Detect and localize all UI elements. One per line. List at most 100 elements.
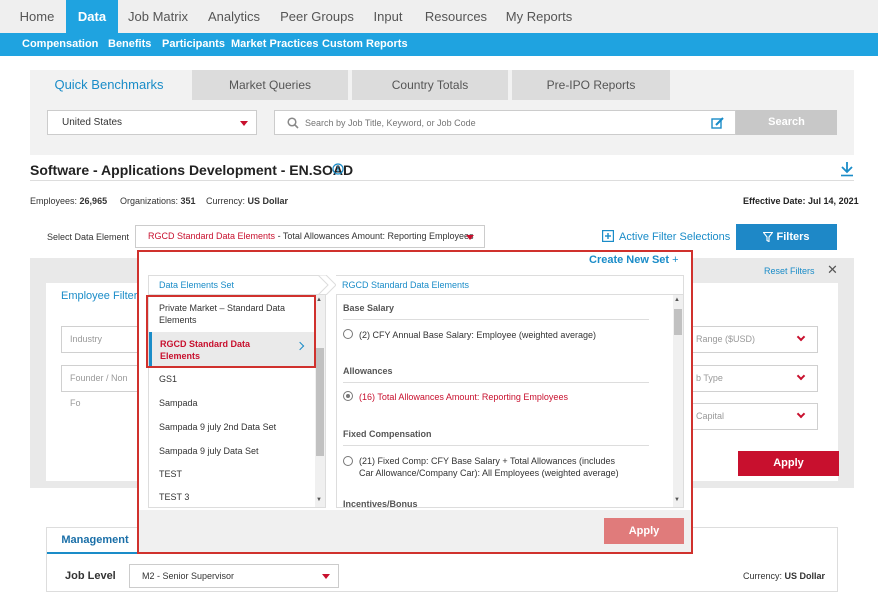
range-usd-field[interactable]: Range ($USD) bbox=[687, 326, 818, 353]
radio-button-selected[interactable] bbox=[343, 391, 353, 401]
nav-analytics[interactable]: Analytics bbox=[200, 0, 268, 33]
filters-label: Filters bbox=[776, 231, 810, 243]
scroll-down-icon[interactable]: ▼ bbox=[316, 497, 322, 503]
nav-input[interactable]: Input bbox=[364, 0, 412, 33]
create-new-set-label: Create New Set bbox=[589, 254, 670, 266]
data-element-label: Select Data Element bbox=[47, 232, 130, 242]
subnav-market-practices[interactable]: Market Practices bbox=[231, 33, 318, 56]
page-title: Software - Applications Development - EN… bbox=[30, 162, 354, 178]
nav-peer-groups[interactable]: Peer Groups bbox=[278, 0, 356, 33]
plus-icon: + bbox=[672, 254, 679, 266]
left-scrollbar-thumb[interactable] bbox=[316, 348, 324, 456]
job-type-label: b Type bbox=[696, 373, 723, 383]
scroll-down-icon[interactable]: ▼ bbox=[674, 497, 680, 503]
data-element-prefix: RGCD Standard Data Elements bbox=[148, 231, 276, 241]
radio-button[interactable] bbox=[343, 456, 353, 466]
right-scrollbar-thumb[interactable] bbox=[674, 309, 682, 335]
capital-label: Capital bbox=[696, 411, 725, 421]
section-title: Allowances bbox=[343, 366, 393, 376]
job-level-select[interactable]: M2 - Senior Supervisor bbox=[129, 564, 339, 588]
list-item[interactable]: TEST bbox=[159, 469, 182, 479]
right-column-header: RGCD Standard Data Elements bbox=[336, 275, 684, 295]
close-icon[interactable]: ✕ bbox=[827, 262, 838, 278]
country-select[interactable]: United States bbox=[47, 110, 257, 135]
organizations-stat: Organizations: 351 bbox=[120, 196, 196, 206]
tab-pre-ipo-reports[interactable]: Pre-IPO Reports bbox=[512, 70, 670, 100]
scroll-up-icon[interactable]: ▲ bbox=[316, 297, 322, 303]
tab-country-totals[interactable]: Country Totals bbox=[352, 70, 508, 100]
tab-quick-benchmarks[interactable]: Quick Benchmarks bbox=[30, 70, 188, 100]
caret-down-icon bbox=[240, 121, 248, 126]
founder-field[interactable]: Founder / Non Fo bbox=[61, 365, 139, 408]
effective-date: Effective Date: Jul 14, 2021 bbox=[743, 196, 859, 206]
nav-home[interactable]: Home bbox=[8, 0, 66, 33]
currency-value: US Dollar bbox=[247, 196, 289, 206]
data-element-suffix: - Total Allowances Amount: Reporting Emp… bbox=[275, 231, 474, 241]
option-label[interactable]: (2) CFY Annual Base Salary: Employee (we… bbox=[359, 329, 596, 341]
bottom-currency: Currency: US Dollar bbox=[743, 571, 825, 581]
employees-label: Employees: bbox=[30, 196, 78, 206]
modal-apply-button[interactable]: Apply bbox=[604, 518, 684, 544]
chevron-down-icon bbox=[796, 409, 806, 419]
section-title: Fixed Compensation bbox=[343, 429, 432, 439]
download-icon[interactable] bbox=[840, 161, 854, 177]
divider bbox=[30, 180, 854, 181]
orgs-label: Organizations: bbox=[120, 196, 179, 206]
data-element-select[interactable]: RGCD Standard Data Elements - Total Allo… bbox=[135, 225, 485, 248]
filters-button[interactable]: Filters bbox=[736, 224, 837, 250]
info-icon[interactable] bbox=[332, 163, 344, 175]
filters-apply-button[interactable]: Apply bbox=[738, 451, 839, 476]
nav-resources[interactable]: Resources bbox=[420, 0, 492, 33]
subnav-benefits[interactable]: Benefits bbox=[108, 33, 151, 56]
orgs-value: 351 bbox=[180, 196, 196, 206]
tab-market-queries[interactable]: Market Queries bbox=[192, 70, 348, 100]
divider bbox=[343, 319, 649, 320]
subnav-custom-reports[interactable]: Custom Reports bbox=[322, 33, 408, 56]
list-item[interactable]: Sampada 9 july 2nd Data Set bbox=[159, 422, 276, 432]
nav-data[interactable]: Data bbox=[66, 0, 118, 33]
job-type-field[interactable]: b Type bbox=[687, 365, 818, 392]
section-title: Base Salary bbox=[343, 303, 395, 313]
section-title: Incentives/Bonus bbox=[343, 499, 418, 507]
divider bbox=[343, 382, 649, 383]
active-filter-selections-link[interactable]: Active Filter Selections bbox=[619, 231, 730, 243]
tab-management[interactable]: Management bbox=[47, 528, 143, 554]
subnav-compensation[interactable]: Compensation bbox=[22, 33, 98, 56]
currency-stat: Currency: US Dollar bbox=[206, 196, 288, 206]
left-column-header: Data Elements Set bbox=[148, 275, 326, 295]
scroll-up-icon[interactable]: ▲ bbox=[674, 297, 680, 303]
reset-filters-link[interactable]: Reset Filters bbox=[764, 266, 815, 276]
list-item[interactable]: GS1 bbox=[159, 374, 177, 384]
caret-down-icon bbox=[466, 235, 474, 240]
caret-down-icon bbox=[322, 574, 330, 579]
top-nav: Home Data Job Matrix Analytics Peer Grou… bbox=[0, 0, 878, 33]
option-label-selected[interactable]: (16) Total Allowances Amount: Reporting … bbox=[359, 391, 568, 403]
list-item[interactable]: Sampada bbox=[159, 398, 198, 408]
search-box bbox=[274, 110, 736, 135]
edit-icon[interactable] bbox=[711, 117, 724, 130]
list-item[interactable]: Sampada 9 july Data Set bbox=[159, 446, 259, 456]
subnav-participants[interactable]: Participants bbox=[162, 33, 225, 56]
effective-label: Effective Date: bbox=[743, 196, 806, 206]
nav-job-matrix[interactable]: Job Matrix bbox=[122, 0, 194, 33]
effective-value: Jul 14, 2021 bbox=[808, 196, 859, 206]
left-header-label: Data Elements Set bbox=[159, 280, 235, 290]
create-new-set-link[interactable]: Create New Set + bbox=[589, 254, 679, 266]
capital-field[interactable]: Capital bbox=[687, 403, 818, 430]
job-level-value: M2 - Senior Supervisor bbox=[142, 571, 235, 581]
search-button[interactable]: Search bbox=[736, 110, 837, 135]
job-level-label: Job Level bbox=[65, 570, 116, 582]
industry-field[interactable]: Industry bbox=[61, 326, 139, 353]
highlight-box-left bbox=[146, 295, 316, 368]
chevron-down-icon bbox=[796, 371, 806, 381]
employee-filters-title: Employee Filters bbox=[61, 290, 143, 302]
radio-button[interactable] bbox=[343, 329, 353, 339]
nav-my-reports[interactable]: My Reports bbox=[502, 0, 576, 33]
list-item[interactable]: TEST 3 bbox=[159, 492, 189, 502]
range-usd-label: Range ($USD) bbox=[696, 334, 756, 344]
option-label[interactable]: (21) Fixed Comp: CFY Base Salary + Total… bbox=[359, 455, 629, 479]
search-input[interactable] bbox=[305, 113, 695, 132]
add-filter-icon[interactable] bbox=[602, 230, 614, 242]
sub-nav: Compensation Benefits Participants Marke… bbox=[0, 33, 878, 56]
currency-label: Currency: bbox=[206, 196, 246, 206]
